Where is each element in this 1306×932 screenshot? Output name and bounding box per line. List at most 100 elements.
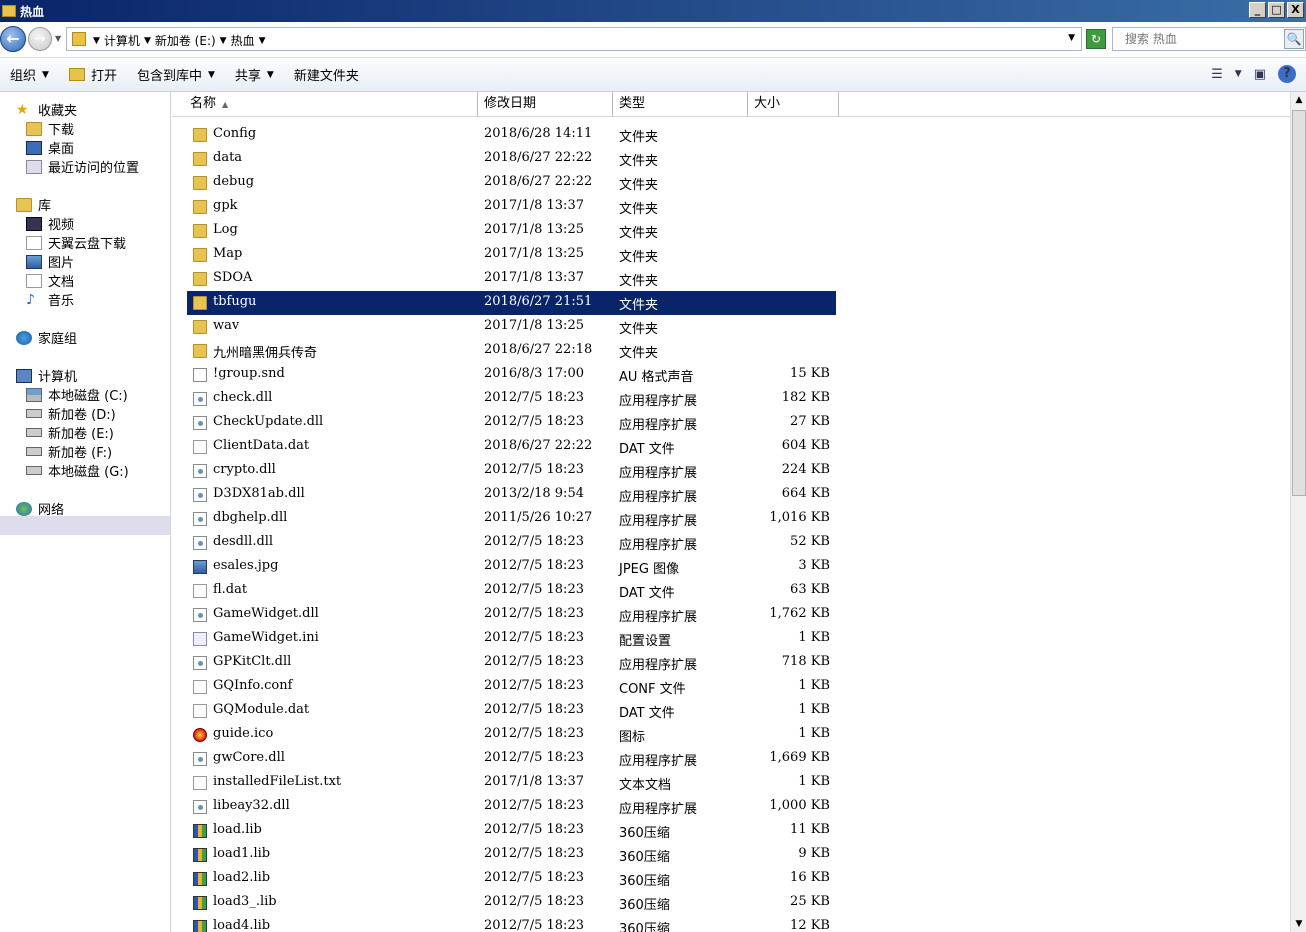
folder-row[interactable]: debug 2018/6/27 22:22 文件夹 [187,171,836,195]
nav-homegroup[interactable]: 家庭组 [16,328,77,347]
nav-videos[interactable]: 视频 [26,214,74,233]
help-icon[interactable]: ? [1278,65,1296,83]
nav-libraries[interactable]: 库 [16,195,51,214]
nav-drive-f[interactable]: 新加卷 (F:) [26,442,112,461]
breadcrumb: ▼ 计算机 ▼ 新加卷 (E:) ▼ 热血 ▼ [93,32,266,49]
nav-music[interactable]: ♪ 音乐 [26,290,74,310]
nav-downloads[interactable]: 下载 [26,119,74,138]
nav-favorites[interactable]: ★ 收藏夹 [16,100,77,120]
file-row[interactable]: load3_.lib 2012/7/5 18:23 360压缩 25 KB [187,891,836,915]
file-row[interactable]: esales.jpg 2012/7/5 18:23 JPEG 图像 3 KB [187,555,836,579]
file-name: GQModule.dat [213,702,310,717]
breadcrumb-computer[interactable]: 计算机 [104,32,140,49]
file-row[interactable]: gwCore.dll 2012/7/5 18:23 应用程序扩展 1,669 KB [187,747,836,771]
minimize-button[interactable]: _ [1249,2,1266,18]
file-row[interactable]: ClientData.dat 2018/6/27 22:22 DAT 文件 604 K… [187,435,836,459]
forward-button[interactable]: → [28,27,52,51]
zip-icon [193,872,207,886]
nav-network[interactable]: 网络 [16,499,64,518]
document-icon [26,235,42,250]
folder-row[interactable]: wav 2017/1/8 13:25 文件夹 [187,315,836,339]
view-options-icon[interactable]: ☰ [1211,67,1223,82]
file-row[interactable]: check.dll 2012/7/5 18:23 应用程序扩展 182 KB [187,387,836,411]
back-button[interactable]: ← [0,26,26,52]
file-row[interactable]: CheckUpdate.dll 2012/7/5 18:23 应用程序扩展 27 KB [187,411,836,435]
address-dropdown-icon[interactable]: ▼ [1068,33,1075,43]
column-size[interactable]: 大小 [748,92,839,117]
column-name[interactable]: 名称 ▲ [172,92,478,117]
file-type: 文件夹 [619,322,659,337]
chevron-down-icon[interactable]: ▼ [93,36,100,46]
file-row[interactable]: !group.snd 2016/8/3 17:00 AU 格式声音 15 KB [187,363,836,387]
file-type: JPEG 图像 [619,562,680,577]
file-row[interactable]: D3DX81ab.dll 2013/2/18 9:54 应用程序扩展 664 KB [187,483,836,507]
file-row[interactable]: dbghelp.dll 2011/5/26 10:27 应用程序扩展 1,016 KB [187,507,836,531]
drive-icon [26,409,42,418]
preview-pane-icon[interactable]: ▣ [1254,67,1266,82]
scroll-up-icon[interactable]: ▲ [1291,92,1306,108]
chevron-down-icon[interactable]: ▼ [1235,69,1242,79]
file-row[interactable]: libeay32.dll 2012/7/5 18:23 应用程序扩展 1,000 KB [187,795,836,819]
command-bar: 组织 ▼ 打开 包含到库中 ▼ 共享 ▼ 新建文件夹 ☰ ▼ ▣ ? [0,58,1306,92]
nav-drive-g[interactable]: 本地磁盘 (G:) [26,461,129,480]
folder-icon [193,224,207,238]
file-row[interactable]: installedFileList.txt 2017/1/8 13:37 文本文档 1… [187,771,836,795]
organize-button[interactable]: 组织 ▼ [0,60,59,90]
nav-recent[interactable]: 最近访问的位置 [26,157,139,176]
nav-pictures[interactable]: 图片 [26,252,74,271]
file-type: 文件夹 [619,226,659,241]
file-row[interactable]: GPKitClt.dll 2012/7/5 18:23 应用程序扩展 718 KB [187,651,836,675]
open-button[interactable]: 打开 [59,60,127,90]
file-row[interactable]: GameWidget.ini 2012/7/5 18:23 配置设置 1 KB [187,627,836,651]
nav-tianyi[interactable]: 天翼云盘下载 [26,233,126,252]
search-input[interactable] [1115,30,1283,48]
search-icon[interactable]: 🔍 [1284,29,1304,49]
chevron-down-icon[interactable]: ▼ [144,36,151,46]
nav-desktop[interactable]: 桌面 [26,138,74,157]
folder-row[interactable]: gpk 2017/1/8 13:37 文件夹 [187,195,836,219]
column-type[interactable]: 类型 [613,92,748,117]
file-row[interactable]: GQInfo.conf 2012/7/5 18:23 CONF 文件 1 KB [187,675,836,699]
scroll-thumb[interactable] [1292,110,1306,496]
folder-row[interactable]: SDOA 2017/1/8 13:37 文件夹 [187,267,836,291]
folder-row[interactable]: data 2018/6/27 22:22 文件夹 [187,147,836,171]
file-row[interactable]: load.lib 2012/7/5 18:23 360压缩 11 KB [187,819,836,843]
chevron-down-icon[interactable]: ▼ [220,36,227,46]
close-button[interactable]: X [1287,2,1304,18]
nav-documents[interactable]: 文档 [26,271,74,290]
scroll-down-icon[interactable]: ▼ [1291,916,1306,932]
file-row[interactable]: desdll.dll 2012/7/5 18:23 应用程序扩展 52 KB [187,531,836,555]
file-row[interactable]: load4.lib 2012/7/5 18:23 360压缩 12 KB [187,915,836,932]
file-row[interactable]: load2.lib 2012/7/5 18:23 360压缩 16 KB [187,867,836,891]
file-size: 664 KB [781,486,830,501]
file-row[interactable]: load1.lib 2012/7/5 18:23 360压缩 9 KB [187,843,836,867]
history-dropdown-icon[interactable]: ▼ [55,34,61,43]
nav-drive-c[interactable]: 本地磁盘 (C:) [26,385,128,404]
file-date: 2011/5/26 10:27 [484,510,593,525]
file-row[interactable]: guide.ico 2012/7/5 18:23 图标 1 KB [187,723,836,747]
new-folder-button[interactable]: 新建文件夹 [284,60,369,90]
nav-computer[interactable]: 计算机 [16,366,77,385]
folder-row[interactable]: tbfugu 2018/6/27 21:51 文件夹 [187,291,836,315]
include-in-library-button[interactable]: 包含到库中 ▼ [127,60,225,90]
file-row[interactable]: GQModule.dat 2012/7/5 18:23 DAT 文件 1 KB [187,699,836,723]
chevron-down-icon[interactable]: ▼ [259,36,266,46]
address-box[interactable]: ▼ 计算机 ▼ 新加卷 (E:) ▼ 热血 ▼ ▼ [66,27,1082,51]
file-name: load.lib [213,822,262,837]
nav-drive-e[interactable]: 新加卷 (E:) [26,423,114,442]
folder-row[interactable]: Config 2018/6/28 14:11 文件夹 [187,123,836,147]
breadcrumb-current-folder[interactable]: 热血 [231,32,255,49]
nav-drive-d[interactable]: 新加卷 (D:) [26,404,116,423]
file-row[interactable]: fl.dat 2012/7/5 18:23 DAT 文件 63 KB [187,579,836,603]
vertical-scrollbar[interactable]: ▲ ▼ [1290,92,1306,932]
folder-row[interactable]: Log 2017/1/8 13:25 文件夹 [187,219,836,243]
maximize-button[interactable]: □ [1268,2,1285,18]
file-row[interactable]: GameWidget.dll 2012/7/5 18:23 应用程序扩展 1,762 … [187,603,836,627]
folder-row[interactable]: Map 2017/1/8 13:25 文件夹 [187,243,836,267]
file-row[interactable]: crypto.dll 2012/7/5 18:23 应用程序扩展 224 KB [187,459,836,483]
breadcrumb-drive-e[interactable]: 新加卷 (E:) [155,32,216,49]
column-date[interactable]: 修改日期 [478,92,613,117]
share-button[interactable]: 共享 ▼ [225,60,284,90]
refresh-button[interactable]: ↻ [1086,29,1106,49]
folder-row[interactable]: 九州暗黑佣兵传奇 2018/6/27 22:18 文件夹 [187,339,836,363]
